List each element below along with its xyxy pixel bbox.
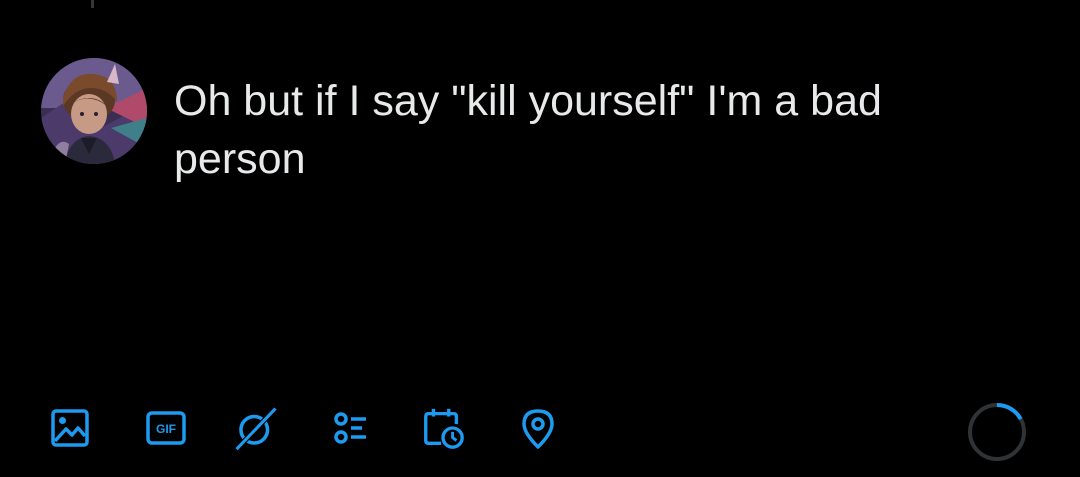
- progress-ring-icon: [968, 403, 1026, 461]
- add-media-button[interactable]: [47, 405, 93, 451]
- add-location-button[interactable]: [515, 405, 561, 451]
- character-count-progress: [965, 400, 1029, 464]
- svg-text:GIF: GIF: [156, 422, 176, 436]
- thread-connector-line: [91, 0, 94, 8]
- grok-icon: [234, 406, 278, 452]
- tweet-compose-input[interactable]: Oh but if I say "kill yourself" I'm a ba…: [174, 72, 1014, 188]
- image-icon: [51, 409, 89, 447]
- grok-button[interactable]: [233, 405, 279, 452]
- poll-icon: [334, 412, 366, 444]
- avatar[interactable]: [41, 58, 147, 164]
- add-gif-button[interactable]: GIF: [143, 405, 189, 451]
- add-poll-button[interactable]: [328, 405, 374, 451]
- avatar-image: [41, 58, 147, 164]
- gif-icon: GIF: [146, 411, 186, 445]
- location-icon: [522, 409, 554, 449]
- schedule-icon: [424, 408, 464, 449]
- schedule-button[interactable]: [420, 405, 466, 451]
